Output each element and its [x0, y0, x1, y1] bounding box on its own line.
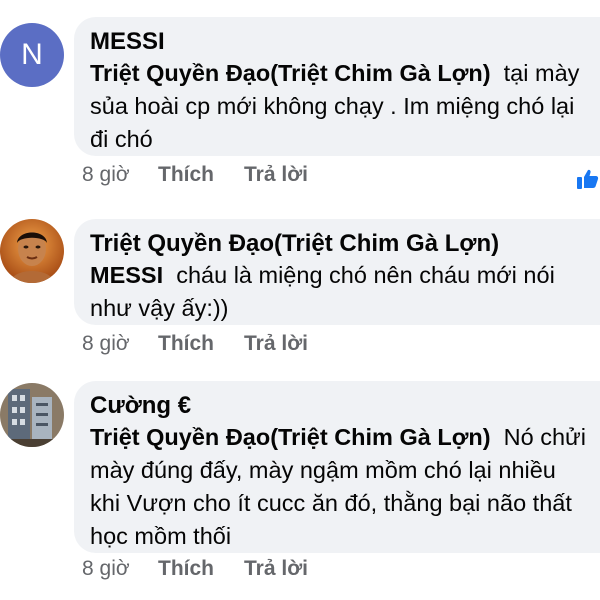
- avatar[interactable]: [0, 219, 64, 283]
- comment-text: Triệt Quyền Đạo(Triệt Chim Gà Lợn) Nó ch…: [90, 421, 590, 553]
- comment-mention[interactable]: Triệt Quyền Đạo(Triệt Chim Gà Lợn): [90, 60, 491, 86]
- comment-author[interactable]: Triệt Quyền Đạo(Triệt Chim Gà Lợn): [90, 229, 590, 259]
- building-photo-avatar-icon: [0, 383, 64, 447]
- reply-button[interactable]: Trả lời: [244, 557, 308, 581]
- comment-text: Triệt Quyền Đạo(Triệt Chim Gà Lợn) tại m…: [90, 57, 590, 156]
- reply-button[interactable]: Trả lời: [244, 332, 308, 356]
- comment-actions: 8 giờ Thích Trả lời: [82, 555, 308, 583]
- comment-time[interactable]: 8 giờ: [82, 332, 158, 356]
- comment-author[interactable]: Cường €: [90, 391, 590, 421]
- comment-author[interactable]: MESSI: [90, 27, 590, 57]
- like-button[interactable]: Thích: [158, 557, 244, 581]
- comment-actions: 8 giờ Thích Trả lời: [82, 330, 308, 358]
- avatar[interactable]: N: [0, 23, 64, 87]
- comment-time[interactable]: 8 giờ: [82, 557, 158, 581]
- comment-bubble: MESSI Triệt Quyền Đạo(Triệt Chim Gà Lợn)…: [74, 17, 600, 156]
- reply-button[interactable]: Trả lời: [244, 163, 308, 187]
- comment-thread: N MESSI Triệt Quyền Đạo(Triệt Chim Gà Lợ…: [0, 0, 600, 600]
- comment-bubble: Cường € Triệt Quyền Đạo(Triệt Chim Gà Lợ…: [74, 381, 600, 553]
- like-button[interactable]: Thích: [158, 163, 244, 187]
- thumbs-up-icon[interactable]: [576, 167, 600, 191]
- avatar-letter: N: [21, 38, 43, 71]
- comment-actions: 8 giờ Thích Trả lời: [82, 161, 308, 189]
- comment-bubble: Triệt Quyền Đạo(Triệt Chim Gà Lợn) MESSI…: [74, 219, 600, 325]
- comment-mention[interactable]: MESSI: [90, 262, 163, 288]
- avatar[interactable]: [0, 383, 64, 447]
- user-photo-avatar-icon: [0, 219, 64, 283]
- like-button[interactable]: Thích: [158, 332, 244, 356]
- comment-mention[interactable]: Triệt Quyền Đạo(Triệt Chim Gà Lợn): [90, 424, 491, 450]
- comment-text: MESSI cháu là miệng chó nên cháu mới nói…: [90, 259, 590, 325]
- comment-time[interactable]: 8 giờ: [82, 163, 158, 187]
